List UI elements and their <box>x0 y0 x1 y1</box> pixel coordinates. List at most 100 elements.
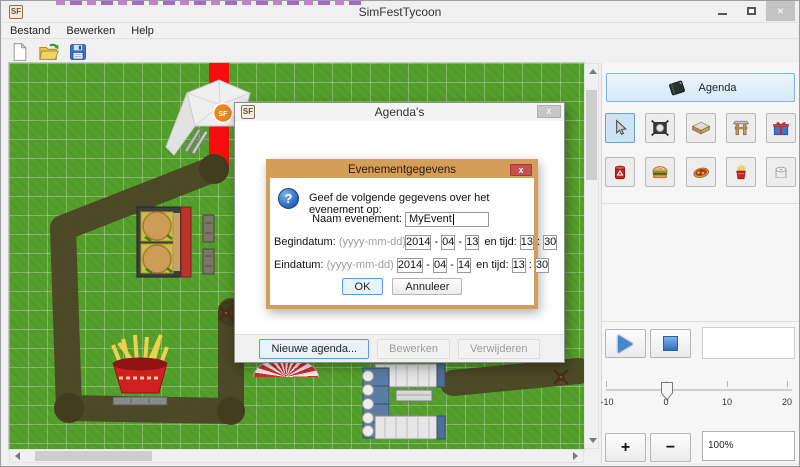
tool-button-gate[interactable] <box>726 113 756 143</box>
edit-agenda-button[interactable]: Bewerken <box>377 339 450 359</box>
text-caret <box>453 214 454 225</box>
scroll-down-icon[interactable] <box>589 438 597 443</box>
tool-button-trashcan[interactable] <box>605 157 635 187</box>
fries-icon <box>731 162 751 182</box>
menu-help[interactable]: Help <box>123 24 162 38</box>
vertical-scroll-thumb[interactable] <box>586 90 597 180</box>
maximize-icon <box>747 7 756 15</box>
burger-stand[interactable] <box>137 207 214 277</box>
zoom-level-box: 100% <box>702 431 795 461</box>
new-file-button[interactable] <box>9 41 31 62</box>
agendas-dialog-titlebar[interactable]: SF Agenda's x <box>235 103 564 121</box>
agendas-dialog-footer: Nieuwe agenda... Bewerken Verwijderen <box>235 334 564 362</box>
open-file-button[interactable] <box>38 41 60 62</box>
tool-button-fries[interactable] <box>726 157 756 187</box>
event-dialog-titlebar[interactable]: Evenementgegevens x <box>270 163 534 178</box>
tool-button-gift[interactable] <box>766 113 796 143</box>
slider-label-ten: 10 <box>712 397 742 407</box>
stage-icon <box>691 118 711 138</box>
vertical-scrollbar[interactable] <box>584 63 599 449</box>
horizontal-scrollbar[interactable] <box>9 449 584 463</box>
tool-button-pizza[interactable] <box>686 157 716 187</box>
menu-bar: Bestand Bewerken Help <box>2 22 798 39</box>
slider-label-min: -10 <box>592 397 622 407</box>
title-bar[interactable]: SF SimFestTycoon × <box>1 1 799 22</box>
slider-label-max: 20 <box>772 397 800 407</box>
tool-button-stage[interactable] <box>686 113 716 143</box>
begin-hour-input[interactable]: 13 <box>520 235 534 250</box>
tool-button-toilet-roll[interactable] <box>766 157 796 187</box>
zoom-out-button[interactable]: − <box>650 433 691 462</box>
minus-icon: − <box>666 439 675 457</box>
slider-tick <box>606 381 607 387</box>
begin-time-label: en tijd: <box>484 236 516 248</box>
tool-button-hamburger[interactable] <box>645 157 675 187</box>
end-year-input[interactable]: 2014 <box>397 258 423 273</box>
slider-tick <box>787 381 788 387</box>
agenda-button-label: Agenda <box>699 82 737 94</box>
new-agenda-button[interactable]: Nieuwe agenda... <box>259 339 369 359</box>
new-file-icon <box>10 41 30 63</box>
speed-slider[interactable]: -10 0 10 20 <box>602 375 800 421</box>
event-name-input[interactable]: MyEvent <box>405 212 489 227</box>
gift-icon <box>771 118 791 138</box>
end-day-input[interactable]: 14 <box>457 258 471 273</box>
begin-day-input[interactable]: 13 <box>465 235 479 250</box>
play-icon <box>618 335 633 353</box>
time-separator: : <box>537 236 540 248</box>
save-icon <box>68 41 88 63</box>
app-window: SF SimFestTycoon × Bestand Bewerken Help <box>0 0 800 467</box>
minimize-button[interactable] <box>708 1 737 21</box>
sidebar-divider <box>602 203 799 204</box>
agendas-close-button[interactable]: x <box>537 105 561 118</box>
time-separator: : <box>529 259 532 271</box>
agenda-button[interactable]: Agenda <box>606 73 795 102</box>
delete-agenda-button[interactable]: Verwijderen <box>458 339 539 359</box>
slider-label-zero: 0 <box>651 397 681 407</box>
slider-tick <box>727 381 728 387</box>
event-close-button[interactable]: x <box>510 164 532 176</box>
name-label: Naam evenement: <box>274 213 402 225</box>
save-file-button[interactable] <box>67 41 89 62</box>
menu-bestand[interactable]: Bestand <box>2 24 58 38</box>
end-date-label: Eindatum: (yyyy-mm-dd) <box>274 259 394 271</box>
event-data-dialog: Evenementgegevens x ? Geef de volgende g… <box>266 159 538 309</box>
scroll-right-icon[interactable] <box>573 452 578 460</box>
sidebar-divider <box>602 321 799 322</box>
toilet-roll-icon <box>771 162 791 182</box>
simulation-status-box <box>702 327 795 359</box>
tool-button-spotlight[interactable] <box>645 113 675 143</box>
begin-month-input[interactable]: 04 <box>441 235 455 250</box>
crate-stage[interactable] <box>363 364 446 439</box>
gate-icon <box>731 118 751 138</box>
end-minute-input[interactable]: 30 <box>535 258 549 273</box>
ok-button[interactable]: OK <box>342 278 384 295</box>
scroll-up-icon[interactable] <box>589 69 597 74</box>
stop-button[interactable] <box>650 329 691 358</box>
hamburger-icon <box>650 162 670 182</box>
zoom-in-button[interactable]: + <box>605 433 646 462</box>
cancel-button[interactable]: Annuleer <box>392 278 462 295</box>
maximize-button[interactable] <box>737 1 766 21</box>
begin-minute-input[interactable]: 30 <box>543 235 557 250</box>
stop-icon <box>663 336 678 351</box>
scroll-left-icon[interactable] <box>15 452 20 460</box>
slider-track[interactable] <box>606 389 792 391</box>
help-icon: ? <box>278 188 299 209</box>
close-button[interactable]: × <box>766 1 795 21</box>
pizza-icon <box>691 162 711 182</box>
horizontal-scroll-thumb[interactable] <box>35 451 152 461</box>
end-hour-input[interactable]: 13 <box>512 258 526 273</box>
end-month-input[interactable]: 04 <box>433 258 447 273</box>
begin-year-input[interactable]: 2014 <box>405 235 431 250</box>
tool-button-cursor[interactable] <box>605 113 635 143</box>
play-button[interactable] <box>605 329 646 358</box>
event-dialog-title: Evenementgegevens <box>270 164 534 176</box>
fries-stand[interactable] <box>113 335 167 405</box>
date-separator: - <box>426 259 430 271</box>
svg-text:SF: SF <box>219 111 229 118</box>
menu-bewerken[interactable]: Bewerken <box>58 24 123 38</box>
toolbar <box>2 40 798 63</box>
minimize-icon <box>718 13 727 15</box>
date-separator: - <box>458 236 462 248</box>
